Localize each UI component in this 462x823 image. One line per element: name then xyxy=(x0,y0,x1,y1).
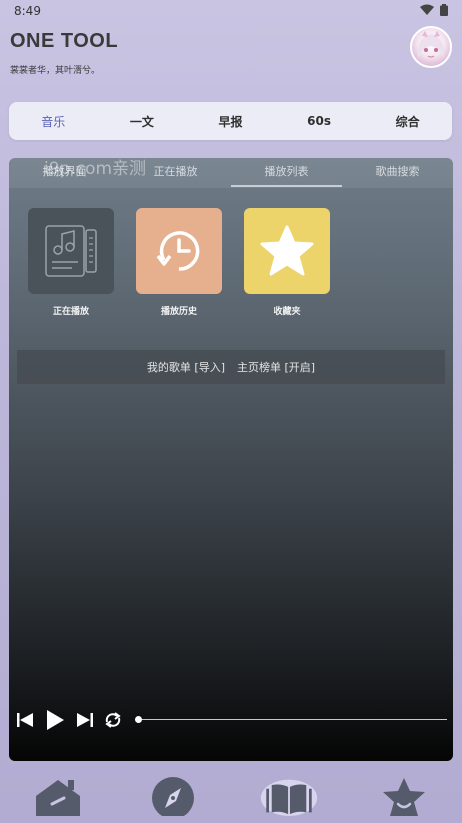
battery-icon xyxy=(440,3,448,19)
avatar[interactable] xyxy=(410,26,452,68)
playlist-tiles: 正在播放 播放历史 收藏夹 xyxy=(28,208,330,317)
seek-track xyxy=(135,719,447,720)
app-subtitle: 裳裳者华，其叶湑兮。 xyxy=(10,66,101,76)
seek-thumb[interactable] xyxy=(135,716,142,723)
top-tab-bar: 音乐 一文 早报 60s 综合 xyxy=(9,102,452,140)
player-sub-tabs: 播放界面 正在播放 播放列表 歌曲搜索 xyxy=(9,158,453,188)
home-icon xyxy=(35,780,80,816)
home-chart-toggle-link[interactable]: 主页榜单 [开启] xyxy=(237,359,315,375)
history-clock-icon xyxy=(156,231,200,271)
avatar-anime-girl xyxy=(417,31,445,58)
tile-label: 正在播放 xyxy=(52,307,89,317)
sub-tab-player[interactable]: 播放界面 xyxy=(9,158,120,188)
skip-next-icon xyxy=(77,713,93,727)
next-button[interactable] xyxy=(75,710,95,730)
skip-previous-icon xyxy=(17,713,33,727)
music-player-panel: 播放界面 正在播放 播放列表 歌曲搜索 正在播放 播放历史 收藏夹 我的歌单 [… xyxy=(9,158,453,761)
nav-favorites[interactable] xyxy=(374,776,434,816)
tab-60s[interactable]: 60s xyxy=(275,114,364,128)
tab-article[interactable]: 一文 xyxy=(98,113,187,130)
play-icon xyxy=(47,710,64,730)
tile-label: 收藏夹 xyxy=(273,307,301,317)
tile-play-history[interactable]: 播放历史 xyxy=(136,208,222,317)
star-smile-icon xyxy=(383,778,426,816)
sub-tab-now-playing[interactable]: 正在播放 xyxy=(120,158,231,188)
playlist-note-icon xyxy=(45,225,97,277)
status-bar: 8:49 xyxy=(0,0,462,22)
player-controls xyxy=(15,708,447,732)
sub-tab-playlist[interactable]: 播放列表 xyxy=(231,158,342,188)
app-title: ONE TOOL xyxy=(10,30,119,52)
tile-favorites[interactable]: 收藏夹 xyxy=(244,208,330,317)
status-time: 8:49 xyxy=(14,4,41,18)
tile-now-playing[interactable]: 正在播放 xyxy=(28,208,114,317)
tile-play-history-box xyxy=(136,208,222,294)
seek-slider[interactable] xyxy=(135,713,447,727)
tile-favorites-box xyxy=(244,208,330,294)
nav-home[interactable] xyxy=(28,776,88,816)
compass-icon xyxy=(152,777,195,816)
tile-label: 播放历史 xyxy=(160,307,197,317)
tab-music[interactable]: 音乐 xyxy=(9,113,98,130)
nav-library[interactable] xyxy=(259,776,319,816)
tab-general[interactable]: 综合 xyxy=(363,113,452,130)
tab-morning-news[interactable]: 早报 xyxy=(186,113,275,130)
playlist-links-bar: 我的歌单 [导入] 主页榜单 [开启] xyxy=(17,350,445,384)
repeat-icon xyxy=(105,712,121,728)
previous-button[interactable] xyxy=(15,710,35,730)
book-icon xyxy=(260,779,317,816)
sub-tab-song-search[interactable]: 歌曲搜索 xyxy=(342,158,453,188)
my-playlist-import-link[interactable]: 我的歌单 [导入] xyxy=(147,359,225,375)
star-icon xyxy=(260,225,314,276)
bottom-navigation xyxy=(0,776,462,823)
repeat-button[interactable] xyxy=(103,710,123,730)
nav-discover[interactable] xyxy=(143,776,203,816)
tile-now-playing-box xyxy=(28,208,114,294)
wifi-icon xyxy=(420,4,434,18)
play-button[interactable] xyxy=(43,708,67,732)
app-header: ONE TOOL 裳裳者华，其叶湑兮。 xyxy=(10,30,118,76)
